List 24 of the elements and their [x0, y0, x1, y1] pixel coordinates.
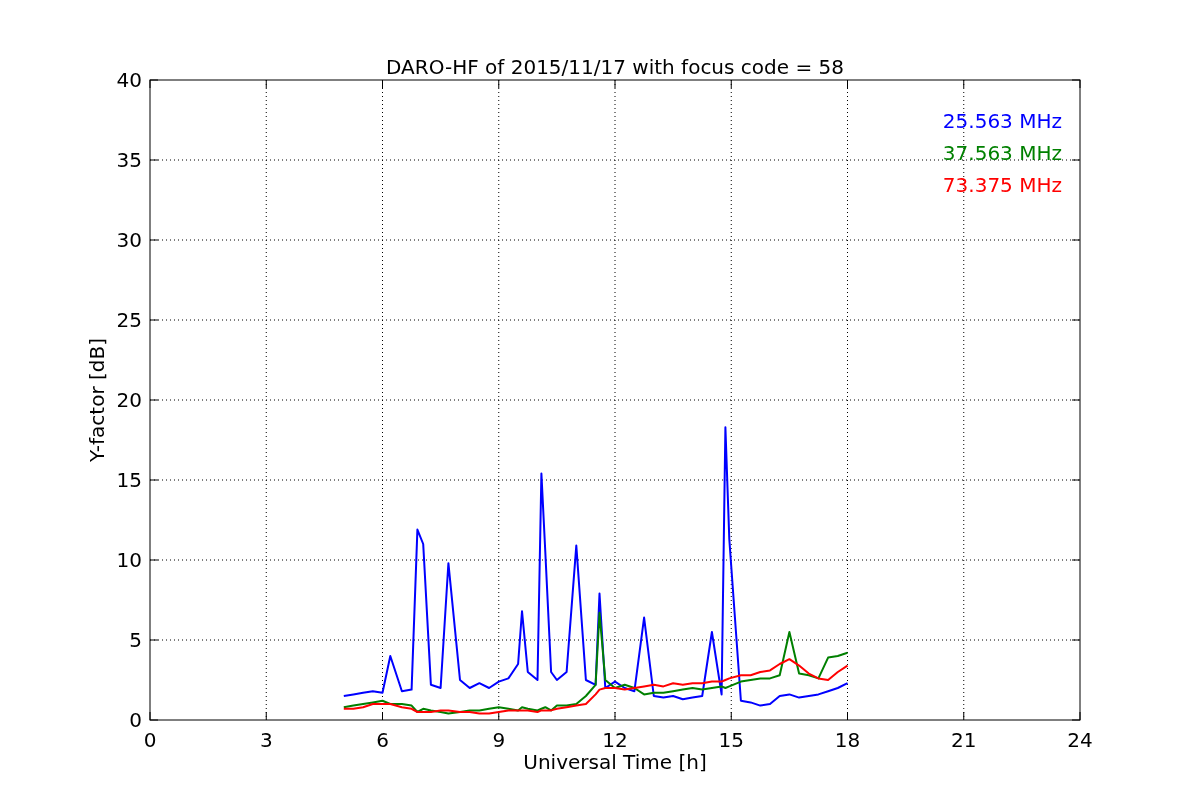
x-tick-label: 0	[143, 728, 157, 752]
y-tick-label: 40	[116, 68, 142, 92]
y-tick-label: 15	[116, 468, 142, 492]
x-tick-label: 9	[492, 728, 506, 752]
legend-label: 73.375 MHz	[942, 173, 1062, 197]
x-tick-label: 24	[1067, 728, 1093, 752]
y-tick-label: 35	[116, 148, 142, 172]
chart-title: DARO-HF of 2015/11/17 with focus code = 58	[386, 55, 844, 79]
y-tick-label: 25	[116, 308, 142, 332]
legend-label: 37.563 MHz	[942, 141, 1062, 165]
x-tick-label: 3	[259, 728, 273, 752]
x-tick-label: 21	[951, 728, 977, 752]
y-tick-label: 20	[116, 388, 142, 412]
x-tick-label: 18	[834, 728, 861, 752]
x-tick-label: 12	[602, 728, 628, 752]
y-tick-label: 30	[116, 228, 142, 252]
legend-label: 25.563 MHz	[942, 109, 1062, 133]
x-tick-label: 6	[376, 728, 389, 752]
y-tick-label: 5	[129, 628, 142, 652]
y-tick-label: 10	[116, 548, 142, 572]
x-axis-label: Universal Time [h]	[523, 750, 707, 774]
y-tick-label: 0	[129, 708, 142, 732]
x-tick-label: 15	[718, 728, 744, 752]
y-axis-label: Y-factor [dB]	[85, 338, 109, 462]
